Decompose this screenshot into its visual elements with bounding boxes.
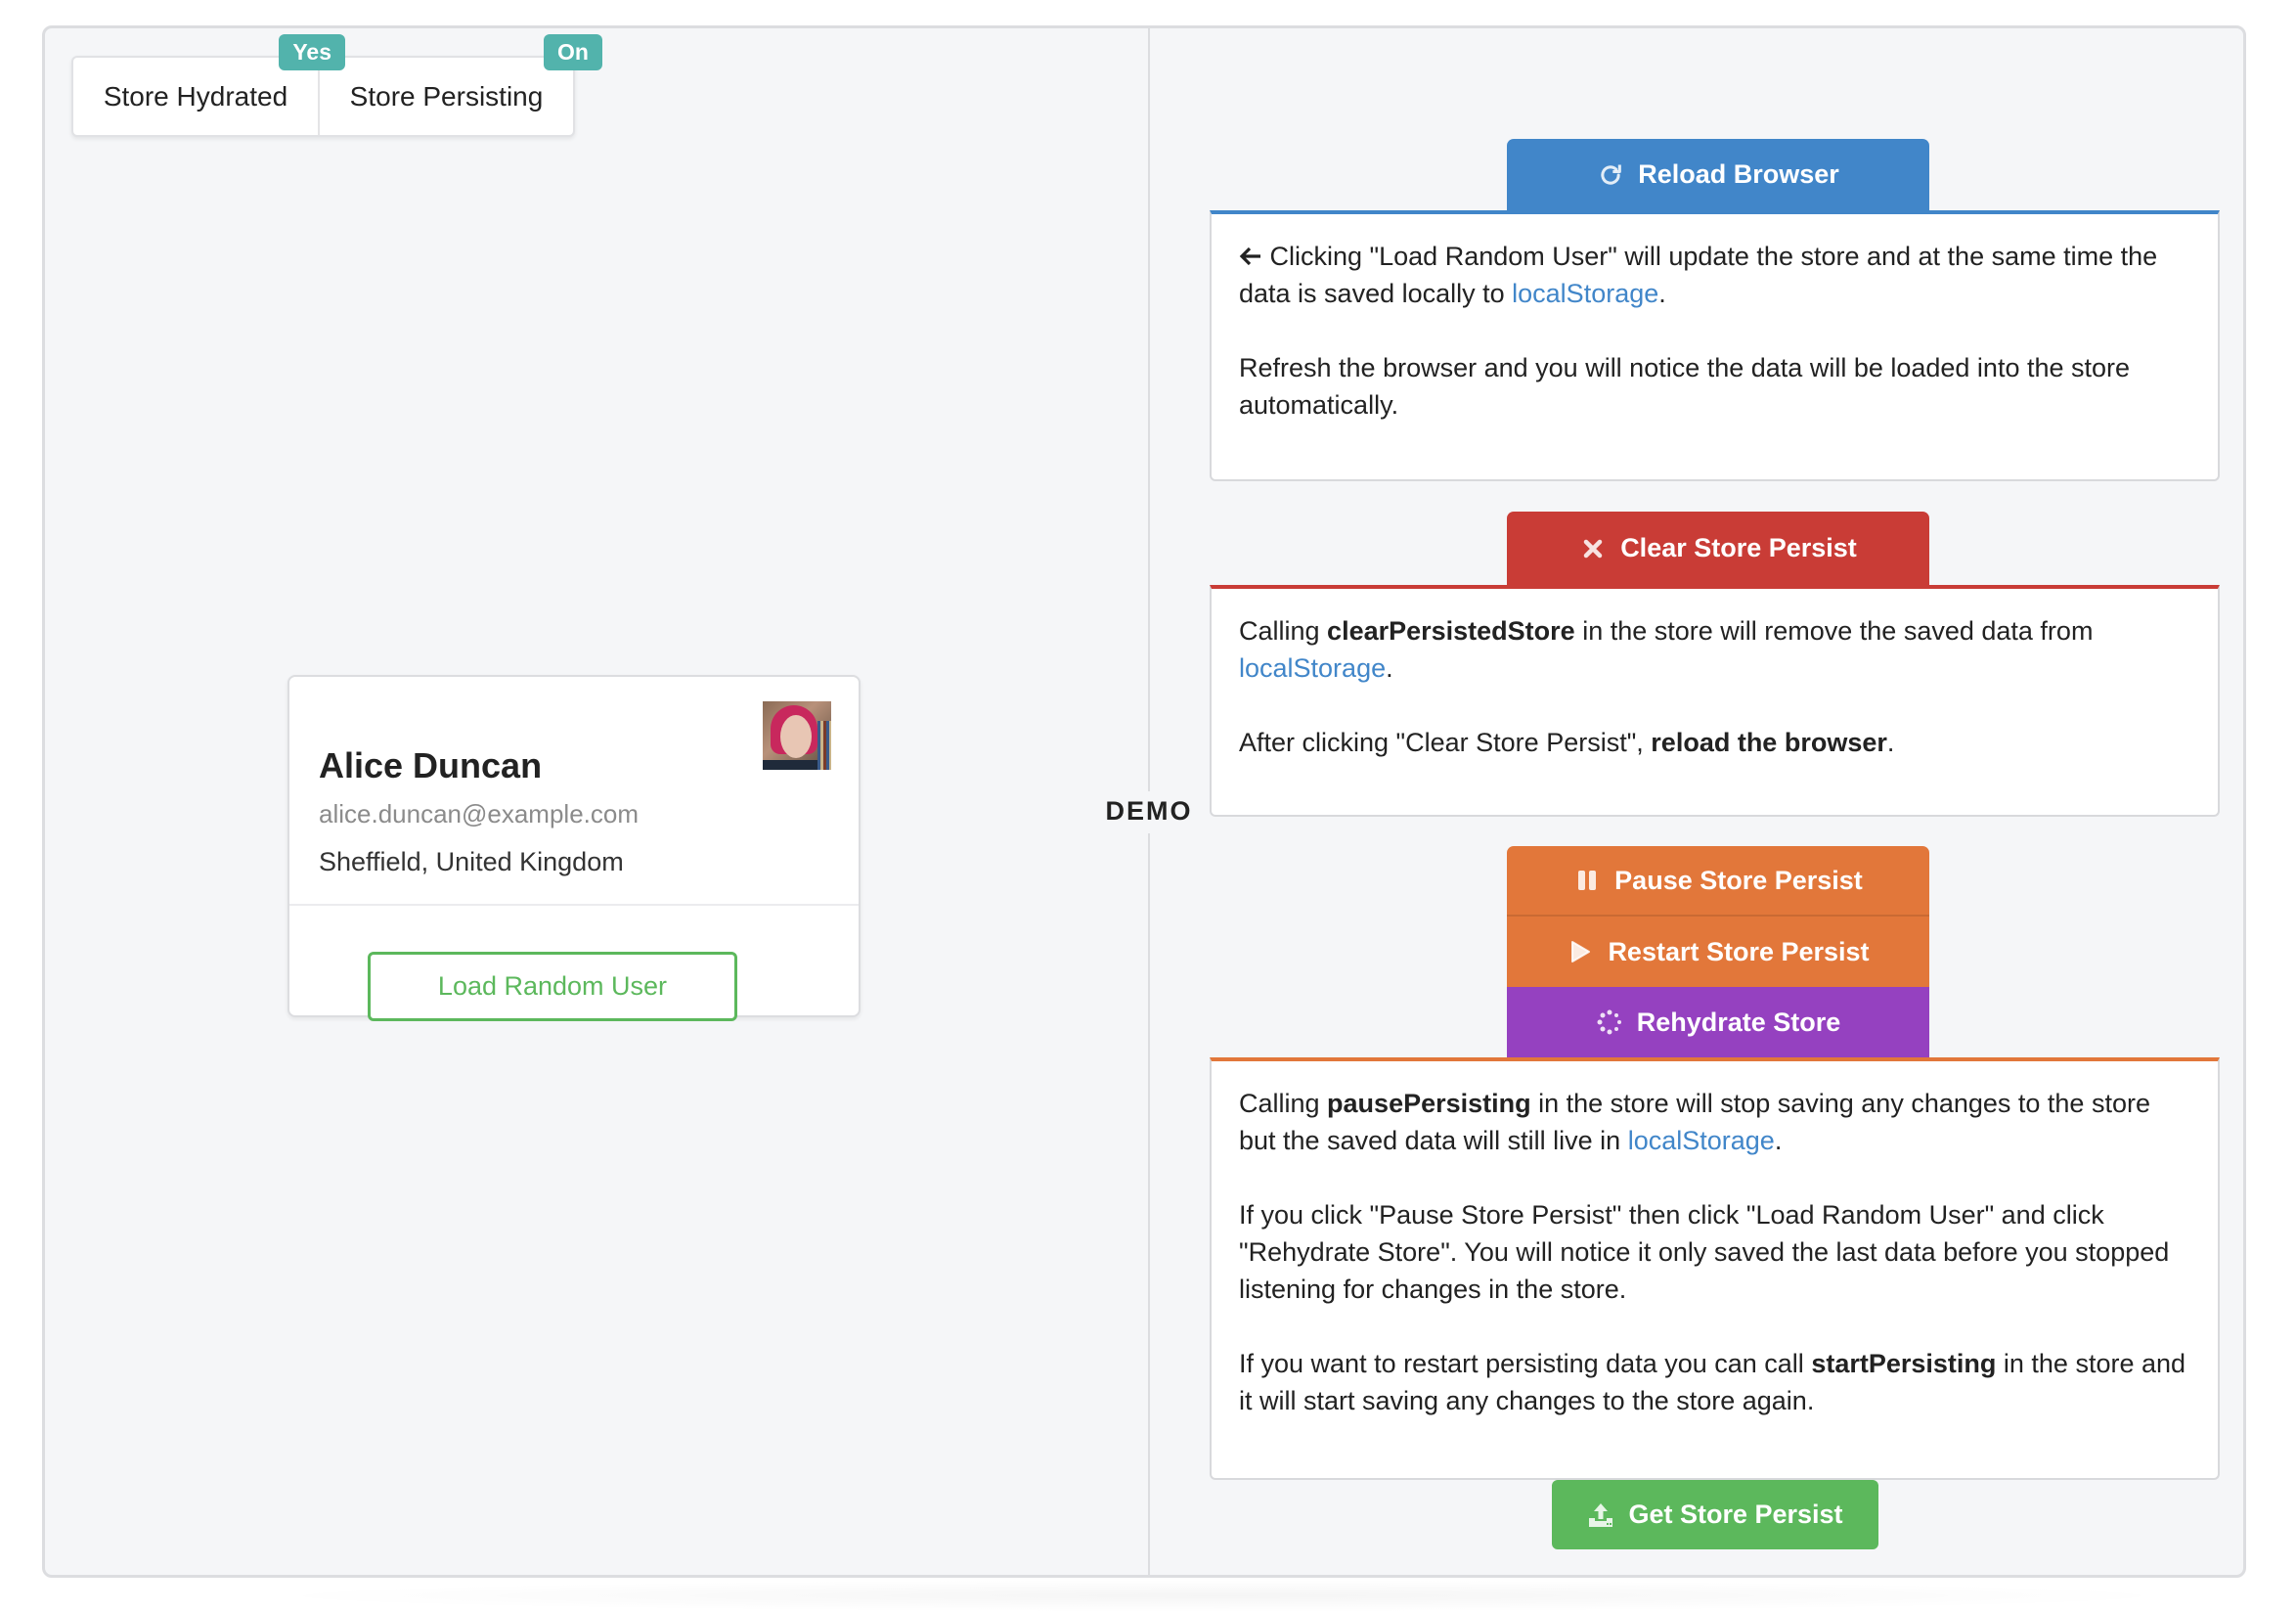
restart-store-persist-label: Restart Store Persist [1608, 936, 1870, 966]
clear-info-panel: Calling clearPersistedStore in the store… [1210, 585, 2220, 817]
store-status-box: Store Hydrated Yes Store Persisting On [71, 34, 602, 137]
store-persisting-badge: On [544, 34, 602, 70]
avatar [763, 701, 831, 770]
user-card: Alice Duncan alice.duncan@example.com Sh… [287, 675, 861, 1021]
arrow-left-icon [1239, 242, 1262, 271]
close-icon [1579, 535, 1607, 562]
pause-store-persist-label: Pause Store Persist [1614, 865, 1863, 895]
rehydrate-store-button[interactable]: Rehydrate Store [1507, 987, 1929, 1057]
user-email: alice.duncan@example.com [319, 799, 640, 828]
shadow-decoration [244, 1580, 2200, 1612]
store-persisting-status: Store Persisting On [320, 34, 602, 135]
demo-label: DEMO [1105, 796, 1193, 826]
rehydrate-store-label: Rehydrate Store [1636, 1007, 1841, 1037]
store-hydrated-label: Store Hydrated [103, 80, 288, 112]
pause-info-panel: Calling pausePersisting in the store wil… [1210, 1057, 2220, 1480]
localstorage-link[interactable]: localStorage [1628, 1126, 1775, 1155]
upload-icon [1587, 1501, 1614, 1529]
refresh-icon [1597, 161, 1624, 189]
reload-browser-button[interactable]: Reload Browser [1507, 139, 1929, 210]
restart-store-persist-button[interactable]: Restart Store Persist [1507, 917, 1929, 987]
vertical-divider [1148, 833, 1150, 1578]
store-hydrated-status: Store Hydrated Yes [73, 34, 345, 135]
user-card-body: Alice Duncan alice.duncan@example.com Sh… [289, 677, 859, 906]
user-name: Alice Duncan [319, 745, 543, 785]
play-icon [1567, 938, 1594, 965]
spinner-icon [1596, 1008, 1623, 1036]
pause-icon [1573, 867, 1601, 894]
user-location: Sheffield, United Kingdom [319, 847, 624, 876]
get-store-persist-button[interactable]: Get Store Persist [1552, 1480, 1878, 1549]
localstorage-link[interactable]: localStorage [1512, 279, 1658, 308]
localstorage-link[interactable]: localStorage [1239, 653, 1386, 683]
reload-info-panel: Clicking "Load Random User" will update … [1210, 210, 2220, 481]
store-persisting-label: Store Persisting [349, 80, 544, 112]
demo-container: Store Hydrated Yes Store Persisting On D… [42, 25, 2246, 1578]
pause-store-persist-button[interactable]: Pause Store Persist [1507, 846, 1929, 917]
reload-browser-label: Reload Browser [1638, 159, 1839, 189]
clear-store-persist-button[interactable]: Clear Store Persist [1507, 512, 1929, 585]
vertical-divider [1148, 28, 1150, 791]
clear-store-persist-label: Clear Store Persist [1620, 533, 1857, 562]
get-store-persist-label: Get Store Persist [1628, 1500, 1843, 1529]
load-random-user-button[interactable]: Load Random User [368, 952, 737, 1021]
